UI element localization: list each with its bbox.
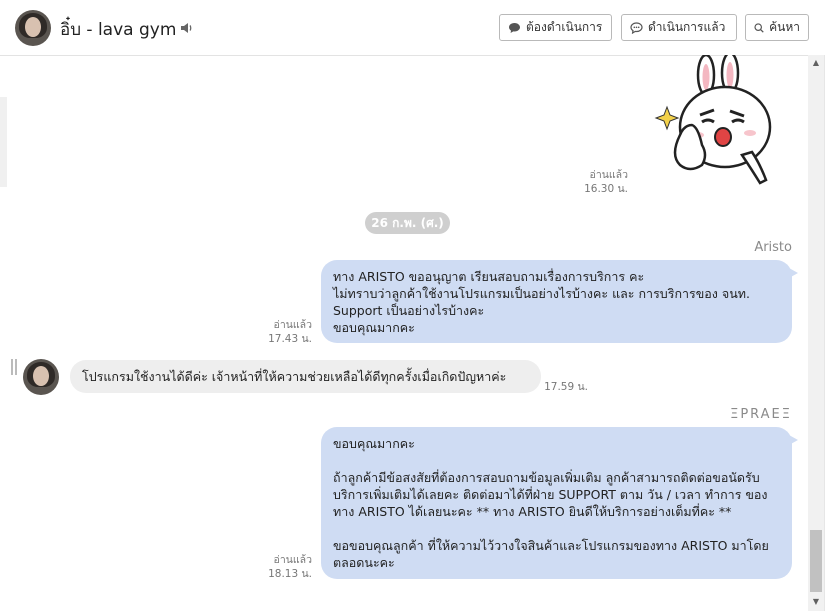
sender-name: Aristo <box>754 240 792 255</box>
read-label: อ่านแล้ว <box>273 319 312 331</box>
contact-avatar[interactable] <box>15 10 51 46</box>
scrollbar-thumb[interactable] <box>810 530 822 592</box>
sender-name: ΞPRAEΞ <box>730 407 792 422</box>
todo-button[interactable]: ต้องดำเนินการ <box>499 14 612 41</box>
timestamp: 16.30 น. <box>584 183 628 195</box>
scroll-up-arrow-icon[interactable]: ▲ <box>811 58 821 68</box>
message-bubble-outgoing[interactable]: ขอบคุณมากคะ ถ้าลูกค้ามีข้อสงสัยที่ต้องกา… <box>321 427 798 579</box>
done-button[interactable]: ดำเนินการแล้ว <box>621 14 737 41</box>
right-panel-edge <box>824 55 828 611</box>
scrollbar-track[interactable] <box>808 55 824 611</box>
message-bubble-outgoing[interactable]: ทาง ARISTO ขออนุญาต เรียนสอบถามเรื่องการ… <box>321 260 798 343</box>
chat-header: อิ๋บ - lava gym ต้องดำเนินการ ดำเนินการแ… <box>0 0 828 56</box>
chat-bubble-icon <box>509 22 520 33</box>
search-label: ค้นหา <box>769 20 800 34</box>
speaker-icon[interactable] <box>180 21 194 35</box>
read-label: อ่านแล้ว <box>273 554 312 566</box>
contact-avatar[interactable] <box>23 359 59 395</box>
done-label: ดำเนินการแล้ว <box>648 20 726 34</box>
left-panel-edge <box>0 97 7 187</box>
date-separator: 26 ก.พ. (ศ.) <box>365 212 450 234</box>
timestamp: 18.13 น. <box>268 568 312 580</box>
bunny-sticker <box>654 55 772 185</box>
message-read-status: อ่านแล้ว 18.13 น. <box>244 553 312 581</box>
timestamp: 17.43 น. <box>268 333 312 345</box>
timestamp: 17.59 น. <box>544 381 588 393</box>
sticker-read-status: อ่านแล้ว 16.30 น. <box>560 168 628 196</box>
read-label: อ่านแล้ว <box>589 169 628 181</box>
search-button[interactable]: ค้นหา <box>745 14 809 41</box>
chat-bubble-dots-icon <box>630 21 643 34</box>
message-read-status: อ่านแล้ว 17.43 น. <box>244 318 312 346</box>
todo-label: ต้องดำเนินการ <box>526 20 603 34</box>
scroll-down-arrow-icon[interactable]: ▼ <box>811 597 821 607</box>
chat-title: อิ๋บ - lava gym <box>60 20 177 40</box>
message-bubble-incoming[interactable]: โปรแกรมใช้งานได้ดีค่ะ เจ้าหน้าที่ให้ความ… <box>70 360 541 393</box>
search-icon <box>754 22 764 33</box>
drag-handle[interactable] <box>11 359 17 375</box>
